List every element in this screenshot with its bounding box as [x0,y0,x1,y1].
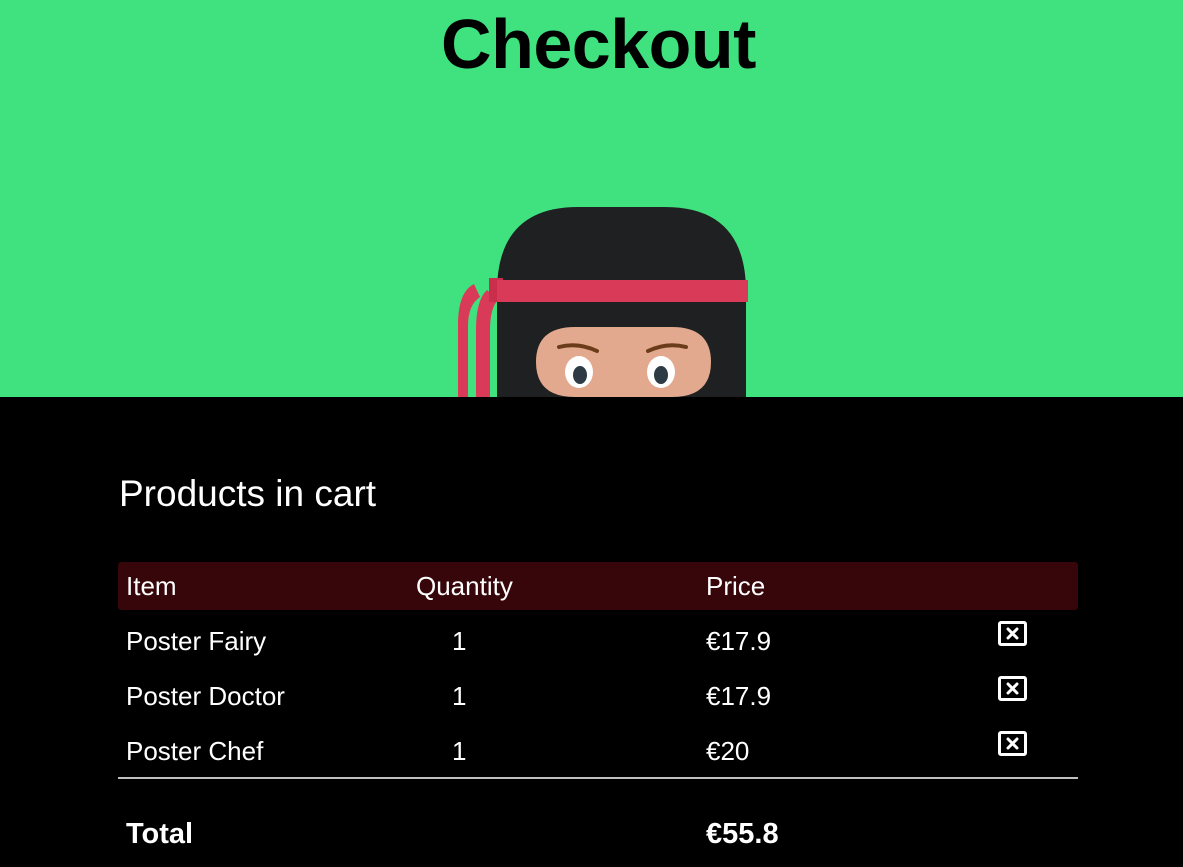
table-row: Poster Chef 1 €20 [118,720,1078,775]
cart-table: Item Quantity Price Poster Fairy 1 €17.9… [118,562,1078,859]
remove-item-button[interactable] [998,676,1027,701]
item-price: €17.9 [706,681,772,711]
remove-item-button[interactable] [998,731,1027,756]
column-header-price: Price [706,571,766,601]
cart-heading: Products in cart [119,473,377,514]
item-quantity: 1 [452,681,467,711]
close-icon [1006,737,1019,750]
column-header-quantity: Quantity [416,571,513,601]
table-header: Item Quantity Price [118,562,1078,610]
table-row: Poster Fairy 1 €17.9 [118,610,1078,665]
table-row: Poster Doctor 1 €17.9 [118,665,1078,720]
total-value: €55.8 [706,818,779,850]
total-row: Total €55.8 [118,779,1078,859]
item-quantity: 1 [452,736,467,766]
item-name: Poster Chef [126,736,264,766]
close-icon [1006,627,1019,640]
total-label: Total [126,818,194,850]
close-icon [1006,682,1019,695]
item-price: €20 [706,736,750,766]
item-name: Poster Doctor [126,681,285,711]
column-header-item: Item [126,571,177,601]
item-quantity: 1 [452,626,467,656]
cart-section: Products in cart Item Quantity Price Pos… [0,397,1183,867]
ninja-mascot-icon [458,207,748,397]
item-name: Poster Fairy [126,626,267,656]
hero-banner: Checkout [0,0,1183,397]
item-price: €17.9 [706,626,772,656]
remove-item-button[interactable] [998,621,1027,646]
